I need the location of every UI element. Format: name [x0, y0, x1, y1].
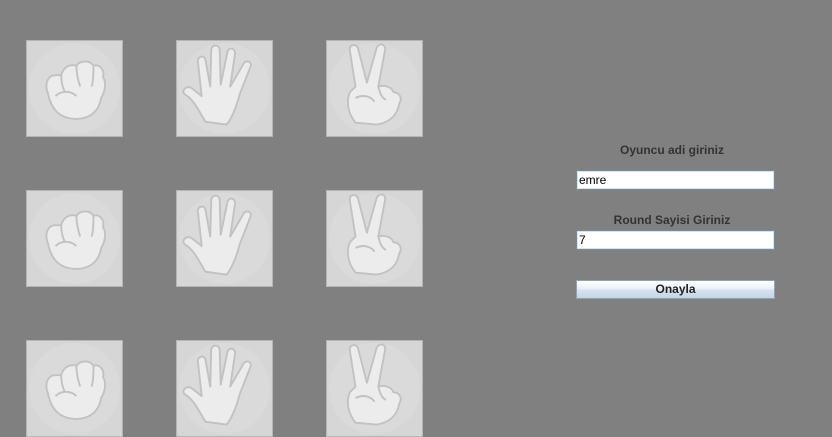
round-count-label: Round Sayisi Giriniz	[613, 213, 731, 227]
rock-hand-icon	[27, 191, 122, 286]
confirm-button[interactable]: Onayla	[576, 280, 775, 299]
scissors-hand-icon	[327, 41, 422, 136]
rock-choice-tile[interactable]	[26, 40, 123, 137]
rock-choice-tile[interactable]	[26, 190, 123, 287]
paper-hand-icon	[177, 191, 272, 286]
rock-choice-tile[interactable]	[26, 340, 123, 437]
rock-hand-icon	[27, 41, 122, 136]
player-name-input[interactable]	[576, 170, 775, 190]
player-name-label: Oyuncu adi giriniz	[619, 143, 724, 157]
scissors-choice-tile[interactable]	[326, 190, 423, 287]
rock-hand-icon	[27, 341, 122, 436]
paper-hand-icon	[177, 341, 272, 436]
hand-selection-grid	[0, 0, 440, 437]
scissors-hand-icon	[327, 191, 422, 286]
round-count-input[interactable]	[576, 230, 775, 250]
scissors-hand-icon	[327, 341, 422, 436]
scissors-choice-tile[interactable]	[326, 340, 423, 437]
paper-choice-tile[interactable]	[176, 340, 273, 437]
scissors-choice-tile[interactable]	[326, 40, 423, 137]
paper-hand-icon	[177, 41, 272, 136]
paper-choice-tile[interactable]	[176, 190, 273, 287]
paper-choice-tile[interactable]	[176, 40, 273, 137]
